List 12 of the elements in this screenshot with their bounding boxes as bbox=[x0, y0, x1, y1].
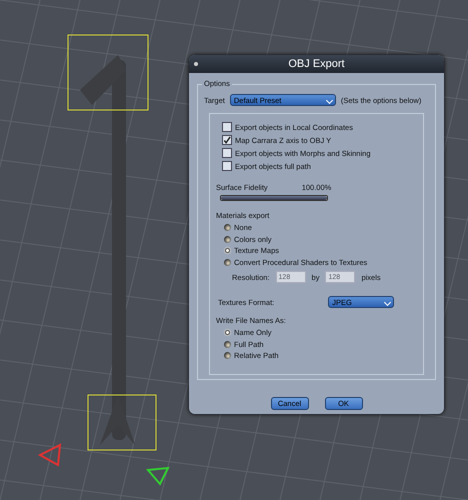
checkbox[interactable] bbox=[222, 135, 232, 145]
radio-button[interactable] bbox=[224, 340, 231, 348]
checkbox[interactable] bbox=[222, 161, 232, 171]
radio-button[interactable] bbox=[224, 236, 231, 243]
radio-button[interactable] bbox=[224, 224, 231, 232]
checkbox[interactable] bbox=[222, 122, 232, 132]
radio-button[interactable] bbox=[224, 329, 231, 336]
radio-button[interactable] bbox=[224, 258, 231, 266]
radio-button[interactable] bbox=[224, 247, 231, 254]
radio-button[interactable] bbox=[224, 352, 231, 360]
checkbox[interactable] bbox=[222, 148, 232, 158]
window-title: OBJ Export bbox=[288, 58, 345, 70]
